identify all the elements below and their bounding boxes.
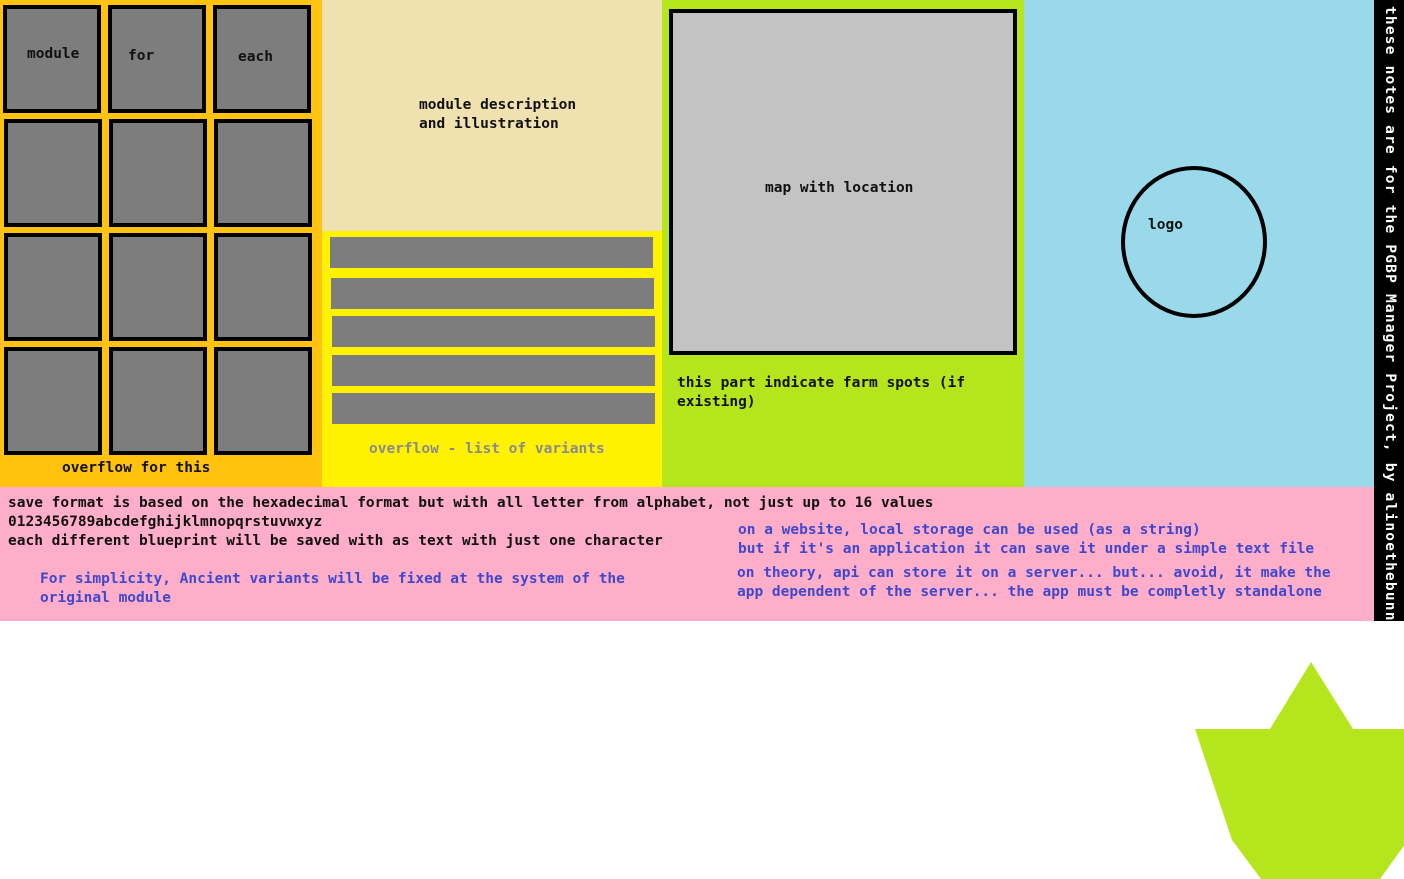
variant-row[interactable] <box>331 278 654 309</box>
module-tile[interactable] <box>214 233 312 341</box>
module-description-panel: module description and illustration <box>322 0 662 231</box>
storage-note-line-1: on a website, local storage can be used … <box>738 522 1201 538</box>
save-format-line-1: save format is based on the hexadecimal … <box>8 495 934 511</box>
tile-label: for <box>128 48 155 64</box>
module-tile[interactable] <box>109 347 207 455</box>
module-tile[interactable] <box>109 233 207 341</box>
description-line-2: and illustration <box>419 116 559 132</box>
logo-label: logo <box>1148 217 1183 233</box>
ancient-note-line-1: For simplicity, Ancient variants will be… <box>40 571 625 587</box>
map-label: map with location <box>765 180 914 196</box>
tile-label: each <box>238 49 273 65</box>
farm-spots-note-line-1: this part indicate farm spots (if <box>677 375 966 391</box>
variant-row[interactable] <box>332 316 655 347</box>
module-tile[interactable] <box>4 233 102 341</box>
module-tile[interactable] <box>214 119 312 227</box>
module-tile[interactable] <box>214 347 312 455</box>
project-note: these notes are for the PGBP Manager Pro… <box>1382 6 1398 632</box>
save-format-line-2: 0123456789abcdefghijklmnopqrstuvwxyz <box>8 514 323 530</box>
variants-overflow-note: overflow - list of variants <box>369 441 605 457</box>
module-tile[interactable] <box>4 119 102 227</box>
star-icon <box>1195 662 1404 879</box>
tile-label: module <box>27 46 80 62</box>
variant-row[interactable] <box>332 393 655 424</box>
logo-circle <box>1121 166 1267 318</box>
storage-note-line-2: but if it's an application it can save i… <box>738 541 1315 557</box>
module-tile[interactable] <box>4 347 102 455</box>
variants-panel: overflow - list of variants <box>322 231 662 487</box>
module-tile[interactable] <box>109 119 207 227</box>
storage-note-line-4: app dependent of the server... the app m… <box>737 584 1322 600</box>
overflow-note: overflow for this <box>62 460 211 476</box>
save-format-line-3: each different blueprint will be saved w… <box>8 533 663 549</box>
farm-spots-note-line-2: existing) <box>677 394 756 410</box>
ancient-note-line-2: original module <box>40 590 171 606</box>
storage-note-line-3: on theory, api can store it on a server.… <box>737 565 1331 581</box>
variant-row[interactable] <box>332 355 655 386</box>
variant-row[interactable] <box>330 237 653 268</box>
module-grid-panel: module for each overflow for this <box>0 0 322 487</box>
notes-panel: save format is based on the hexadecimal … <box>0 487 1374 621</box>
module-tile[interactable] <box>108 5 206 113</box>
description-line-1: module description <box>419 97 577 113</box>
